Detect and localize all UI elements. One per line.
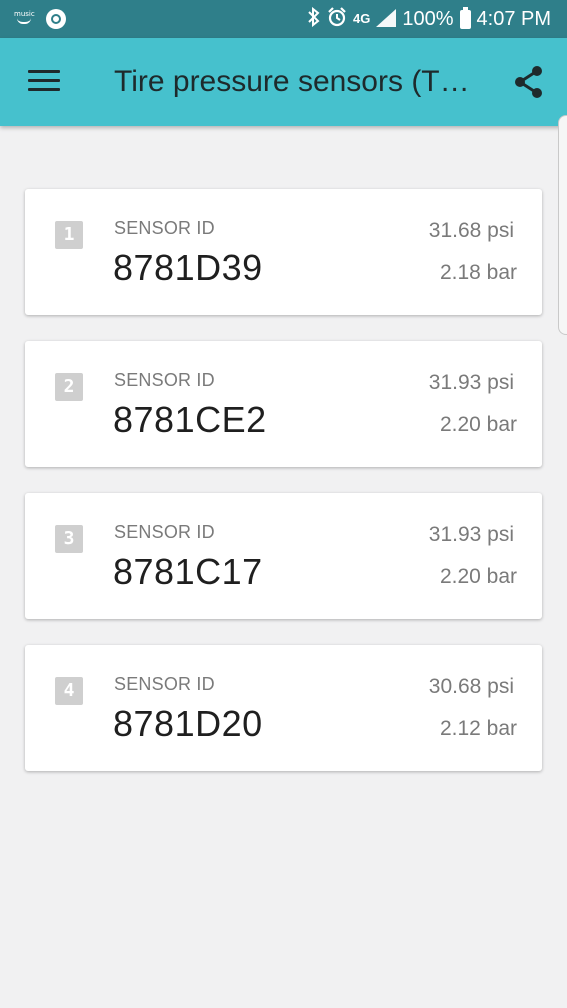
sensor-card-3[interactable]: 3 SENSOR ID 8781C17 31.93 psi 2.20 bar: [25, 493, 542, 619]
share-icon[interactable]: [512, 64, 546, 100]
pressure-bar: 2.20 bar: [439, 413, 517, 436]
sensor-list: 1 SENSOR ID 8781D39 31.68 psi 2.18 bar 2…: [25, 189, 542, 797]
app-notification-icon: [46, 9, 66, 29]
sensor-id-value: 8781C17: [113, 551, 263, 592]
sensor-card-4[interactable]: 4 SENSOR ID 8781D20 30.68 psi 2.12 bar: [25, 645, 542, 771]
page-title: Tire pressure sensors (T…: [114, 65, 470, 98]
music-icon-label: music: [14, 10, 35, 18]
sensor-id-value: 8781D20: [113, 703, 263, 744]
sensor-id-value: 8781D39: [113, 247, 263, 288]
pressure-psi: 31.93 psi: [428, 523, 514, 546]
status-right-icons: 4G 100% 4:07 PM: [307, 6, 551, 32]
pressure-psi: 30.68 psi: [428, 675, 514, 698]
pressure-bar: 2.20 bar: [439, 565, 517, 588]
amazon-music-icon: music: [14, 10, 36, 28]
pressure-psi: 31.68 psi: [428, 219, 514, 242]
sensor-id-label: SENSOR ID: [114, 674, 215, 694]
sensor-card-2[interactable]: 2 SENSOR ID 8781CE2 31.93 psi 2.20 bar: [25, 341, 542, 467]
sensor-index-badge: 2: [55, 373, 83, 401]
pressure-bar: 2.18 bar: [439, 261, 517, 284]
sensor-id-value: 8781CE2: [113, 399, 267, 440]
network-type-label: 4G: [353, 11, 371, 26]
status-left-icons: music: [14, 8, 66, 30]
hamburger-menu-icon[interactable]: [28, 69, 60, 93]
sensor-index-badge: 3: [55, 525, 83, 553]
sensor-id-label: SENSOR ID: [114, 370, 215, 390]
app-bar: Tire pressure sensors (T…: [0, 38, 567, 126]
battery-percent: 100%: [402, 7, 454, 30]
battery-icon: [459, 6, 471, 29]
sensor-id-label: SENSOR ID: [114, 218, 215, 238]
sensor-card-1[interactable]: 1 SENSOR ID 8781D39 31.68 psi 2.18 bar: [25, 189, 542, 315]
status-bar: music 4G 100% 4:07 PM: [0, 0, 567, 38]
pressure-bar: 2.12 bar: [439, 717, 517, 740]
status-time: 4:07 PM: [476, 7, 551, 30]
edge-panel-handle[interactable]: [558, 115, 567, 335]
bluetooth-icon: [307, 6, 321, 31]
signal-strength-icon: [376, 9, 397, 28]
sensor-index-badge: 1: [55, 221, 83, 249]
sensor-index-badge: 4: [55, 677, 83, 705]
sensor-id-label: SENSOR ID: [114, 522, 215, 542]
alarm-icon: [327, 7, 347, 31]
pressure-psi: 31.93 psi: [428, 371, 514, 394]
